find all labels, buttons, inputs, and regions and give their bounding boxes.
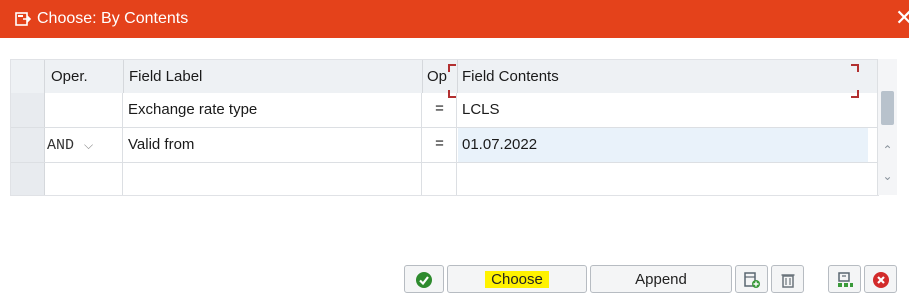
header-oper: Oper. bbox=[51, 68, 88, 85]
scroll-thumb[interactable] bbox=[881, 91, 894, 125]
row-selector[interactable] bbox=[11, 93, 45, 127]
criteria-table: Oper. Field Label Op Field Contents Exch… bbox=[10, 59, 879, 196]
header-field-label: Field Label bbox=[129, 68, 203, 85]
field-label-cell: Exchange rate type bbox=[124, 93, 422, 127]
hierarchy-button[interactable] bbox=[828, 265, 861, 293]
field-label-cell: Valid from bbox=[124, 128, 422, 162]
table-row bbox=[11, 163, 878, 195]
confirm-check-icon bbox=[416, 272, 432, 289]
oper-cell bbox=[45, 163, 123, 195]
choose-label: Choose bbox=[485, 271, 549, 288]
table-row: AND ⌵ Valid from = 01.07.2022 bbox=[11, 128, 878, 162]
op-cell[interactable]: = bbox=[423, 93, 457, 127]
oper-cell bbox=[45, 93, 123, 127]
table-header: Oper. Field Label Op Field Contents bbox=[11, 60, 878, 93]
header-row-selector[interactable] bbox=[11, 60, 44, 93]
op-cell[interactable] bbox=[423, 163, 457, 195]
header-field-contents: Field Contents bbox=[462, 68, 559, 85]
scroll-up-icon[interactable]: ⌃ bbox=[878, 143, 897, 157]
delete-trash-icon bbox=[781, 274, 794, 288]
title-bar: Choose: By Contents ✕ bbox=[0, 0, 909, 38]
insert-row-button[interactable] bbox=[735, 265, 768, 293]
dialog-icon bbox=[15, 11, 32, 27]
vertical-scrollbar[interactable]: ⌃ ⌄ bbox=[877, 59, 897, 195]
append-label: Append bbox=[635, 271, 687, 288]
insert-row-icon bbox=[743, 272, 760, 289]
header-op: Op bbox=[427, 68, 448, 85]
close-icon[interactable]: ✕ bbox=[895, 6, 909, 30]
hierarchy-icon bbox=[837, 272, 853, 288]
row-selector[interactable] bbox=[11, 128, 45, 162]
append-button[interactable]: Append bbox=[590, 265, 732, 293]
confirm-button[interactable] bbox=[404, 265, 444, 293]
delete-button[interactable] bbox=[771, 265, 804, 293]
oper-value: AND bbox=[47, 137, 75, 154]
chevron-down-icon[interactable]: ⌵ bbox=[84, 138, 93, 152]
field-contents-input[interactable]: LCLS bbox=[458, 93, 868, 127]
cancel-button[interactable] bbox=[864, 265, 897, 293]
field-contents-input[interactable]: 01.07.2022 bbox=[458, 128, 868, 162]
field-label-cell bbox=[124, 163, 422, 195]
scroll-down-icon[interactable]: ⌄ bbox=[878, 169, 897, 183]
cancel-icon bbox=[872, 272, 889, 289]
row-selector[interactable] bbox=[11, 163, 45, 195]
table-row: Exchange rate type = LCLS bbox=[11, 93, 878, 127]
field-contents-input[interactable] bbox=[458, 163, 868, 195]
oper-dropdown[interactable]: AND ⌵ bbox=[45, 128, 123, 162]
choose-button[interactable]: Choose bbox=[447, 265, 587, 293]
window-title: Choose: By Contents bbox=[37, 10, 189, 27]
op-cell[interactable]: = bbox=[423, 128, 457, 162]
